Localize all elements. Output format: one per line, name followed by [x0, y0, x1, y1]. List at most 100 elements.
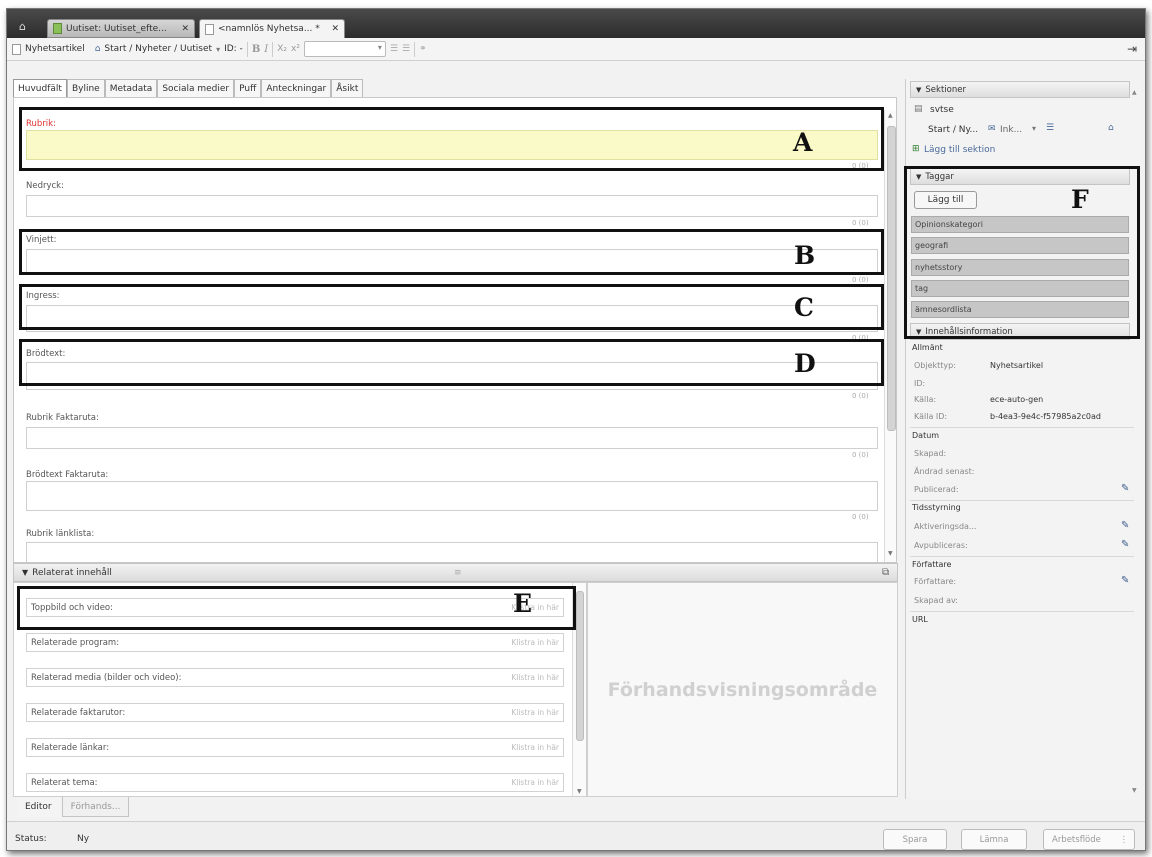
related-item-program[interactable]: Relaterade program: Klistra in här [26, 633, 564, 652]
tab-asikt[interactable]: Åsikt [331, 79, 364, 97]
content-info-header[interactable]: ▼ Innehållsinformation [910, 323, 1130, 340]
created-label: Skapad: [914, 449, 947, 458]
preview-area: Förhandsvisningsområde [587, 582, 898, 797]
bullet-list-icon[interactable]: ☰ [390, 44, 398, 54]
related-item-label: Relaterade faktarutor: [31, 707, 126, 718]
ingress-input[interactable] [26, 305, 878, 332]
vinjett-input[interactable] [26, 249, 878, 274]
close-icon[interactable]: ✕ [181, 24, 189, 34]
activation-label: Aktiveringsda... [914, 522, 977, 531]
add-section-icon: ⊞ [912, 144, 920, 154]
status-bar: Status: Ny Spara Lämna Arbetsflöde ⋮ [7, 821, 1145, 850]
section-inbox[interactable]: Ink... [1000, 125, 1022, 135]
sections-title: Sektioner [925, 84, 966, 95]
related-scrollbar[interactable]: ▼ [572, 583, 586, 796]
italic-button[interactable]: I [264, 44, 268, 55]
leave-button-label: Lämna [979, 834, 1009, 845]
section-path[interactable]: Start / Ny... [928, 125, 978, 135]
subscript-button[interactable]: X₂ [277, 44, 287, 54]
style-select[interactable] [303, 41, 386, 57]
general-section-title: Allmänt [912, 343, 943, 352]
scroll-down-arrow-icon[interactable]: ▼ [577, 788, 582, 795]
drag-handle-icon[interactable]: ≡ [454, 568, 462, 578]
expand-icon[interactable]: ⧉ [882, 567, 889, 578]
separator [272, 41, 274, 57]
tab-editor[interactable]: Editor [17, 797, 60, 817]
more-icon[interactable]: ⋮ [1120, 835, 1129, 845]
field-label-vinjett: Vinjett: [26, 235, 57, 245]
object-type-value: Nyhetsartikel [990, 361, 1044, 370]
related-item-tema[interactable]: Relaterat tema: Klistra in här [26, 773, 564, 792]
related-item-lankar[interactable]: Relaterade länkar: Klistra in här [26, 738, 564, 757]
link-icon[interactable]: ⚭ [419, 44, 427, 54]
section-name[interactable]: svtse [930, 105, 954, 115]
tab-metadata[interactable]: Metadata [104, 79, 158, 97]
tag-row[interactable]: geografi [911, 237, 1129, 254]
bold-button[interactable]: B [252, 44, 260, 55]
tag-row[interactable]: nyhetsstory [911, 259, 1129, 276]
rubrik-faktaruta-input[interactable] [26, 427, 878, 449]
superscript-button[interactable]: x² [291, 44, 300, 54]
home-icon[interactable]: ⌂ [1108, 123, 1114, 133]
scroll-up-arrow-icon[interactable]: ▲ [1132, 89, 1137, 96]
fields-scrollbar[interactable]: ▲ ▼ [884, 110, 896, 562]
triangle-down-icon: ▼ [916, 172, 922, 181]
exit-icon[interactable]: ⇥ [1127, 42, 1137, 56]
tab-uutiset[interactable]: Uutiset: Uutiset_efte... ✕ [47, 19, 195, 38]
related-item-faktarutor[interactable]: Relaterade faktarutor: Klistra in här [26, 703, 564, 722]
home-icon[interactable]: ⌂ [19, 20, 26, 33]
related-item-media[interactable]: Relaterad media (bilder och video): Klist… [26, 668, 564, 687]
scroll-down-arrow-icon[interactable]: ▼ [888, 550, 893, 557]
tab-sociala-medier[interactable]: Sociala medier [157, 79, 235, 97]
related-item-toppbild[interactable]: Toppbild och video: Klistra in här [26, 598, 564, 617]
tab-forhands[interactable]: Förhands... [61, 797, 130, 817]
edit-pencil-icon[interactable]: ✎ [1121, 483, 1129, 494]
home-icon: ⌂ [94, 44, 101, 54]
scroll-up-arrow-icon[interactable]: ▲ [888, 112, 893, 119]
tag-row[interactable]: ämnesordlista [911, 301, 1129, 318]
tab-label: Editor [25, 802, 52, 812]
tab-puff[interactable]: Puff [234, 79, 262, 97]
tags-header[interactable]: ▼ Taggar [910, 168, 1130, 185]
tab-anteckningar[interactable]: Anteckningar [261, 79, 332, 97]
source-id-label: Källa ID: [914, 412, 948, 421]
edit-pencil-icon[interactable]: ✎ [1121, 520, 1129, 531]
rubrik-input[interactable] [26, 130, 878, 160]
add-section-link[interactable]: Lägg till sektion [924, 145, 995, 155]
paste-placeholder: Klistra in här [511, 778, 559, 787]
leave-button[interactable]: Lämna [961, 829, 1027, 850]
edit-pencil-icon[interactable]: ✎ [1121, 575, 1129, 586]
editor-toolbar: Nyhetsartikel ⌂ Start / Nyheter / Uutise… [7, 38, 1145, 61]
breadcrumb[interactable]: Start / Nyheter / Uutiset [104, 44, 212, 54]
field-label-nedryck: Nedryck: [26, 181, 64, 191]
tab-huvudfalt[interactable]: Huvudfält [13, 79, 67, 97]
edit-pencil-icon[interactable]: ✎ [1121, 539, 1129, 550]
workflow-button[interactable]: Arbetsflöde ⋮ [1043, 829, 1135, 850]
chevron-down-icon[interactable]: ▾ [216, 45, 220, 54]
tab-byline[interactable]: Byline [66, 79, 105, 97]
related-item-label: Relaterade länkar: [31, 742, 110, 753]
save-button[interactable]: Spara [883, 829, 947, 850]
scroll-thumb[interactable] [576, 591, 584, 741]
add-tag-button[interactable]: Lägg till [914, 191, 977, 209]
tab-new-article[interactable]: <namnlös Nyhetsa... * ✕ [199, 19, 345, 38]
sections-header[interactable]: ▼ Sektioner [910, 81, 1130, 98]
numbered-list-icon[interactable]: ☰ [402, 44, 410, 54]
scroll-thumb[interactable] [887, 126, 896, 431]
add-tag-label: Lägg till [927, 195, 964, 205]
status-label: Status: [15, 834, 47, 844]
nedryck-input[interactable] [26, 195, 878, 217]
chevron-down-icon[interactable]: ▾ [1032, 124, 1036, 133]
close-icon[interactable]: ✕ [331, 24, 339, 34]
brodtext-faktaruta-input[interactable] [26, 481, 878, 511]
divider [910, 427, 1134, 428]
related-content-header[interactable]: ▼ Relaterat innehåll ≡ ⧉ [13, 563, 898, 582]
tag-row[interactable]: Opinionskategori [911, 216, 1129, 233]
tag-row[interactable]: tag [911, 280, 1129, 297]
scroll-down-arrow-icon[interactable]: ▼ [1132, 787, 1137, 794]
list-icon[interactable]: ☰ [1046, 123, 1054, 133]
field-label-rubrik: Rubrik: [26, 119, 56, 129]
related-item-label: Relaterade program: [31, 637, 120, 648]
rubrik-lanklista-input[interactable] [26, 542, 878, 562]
brodtext-input[interactable] [26, 362, 878, 390]
